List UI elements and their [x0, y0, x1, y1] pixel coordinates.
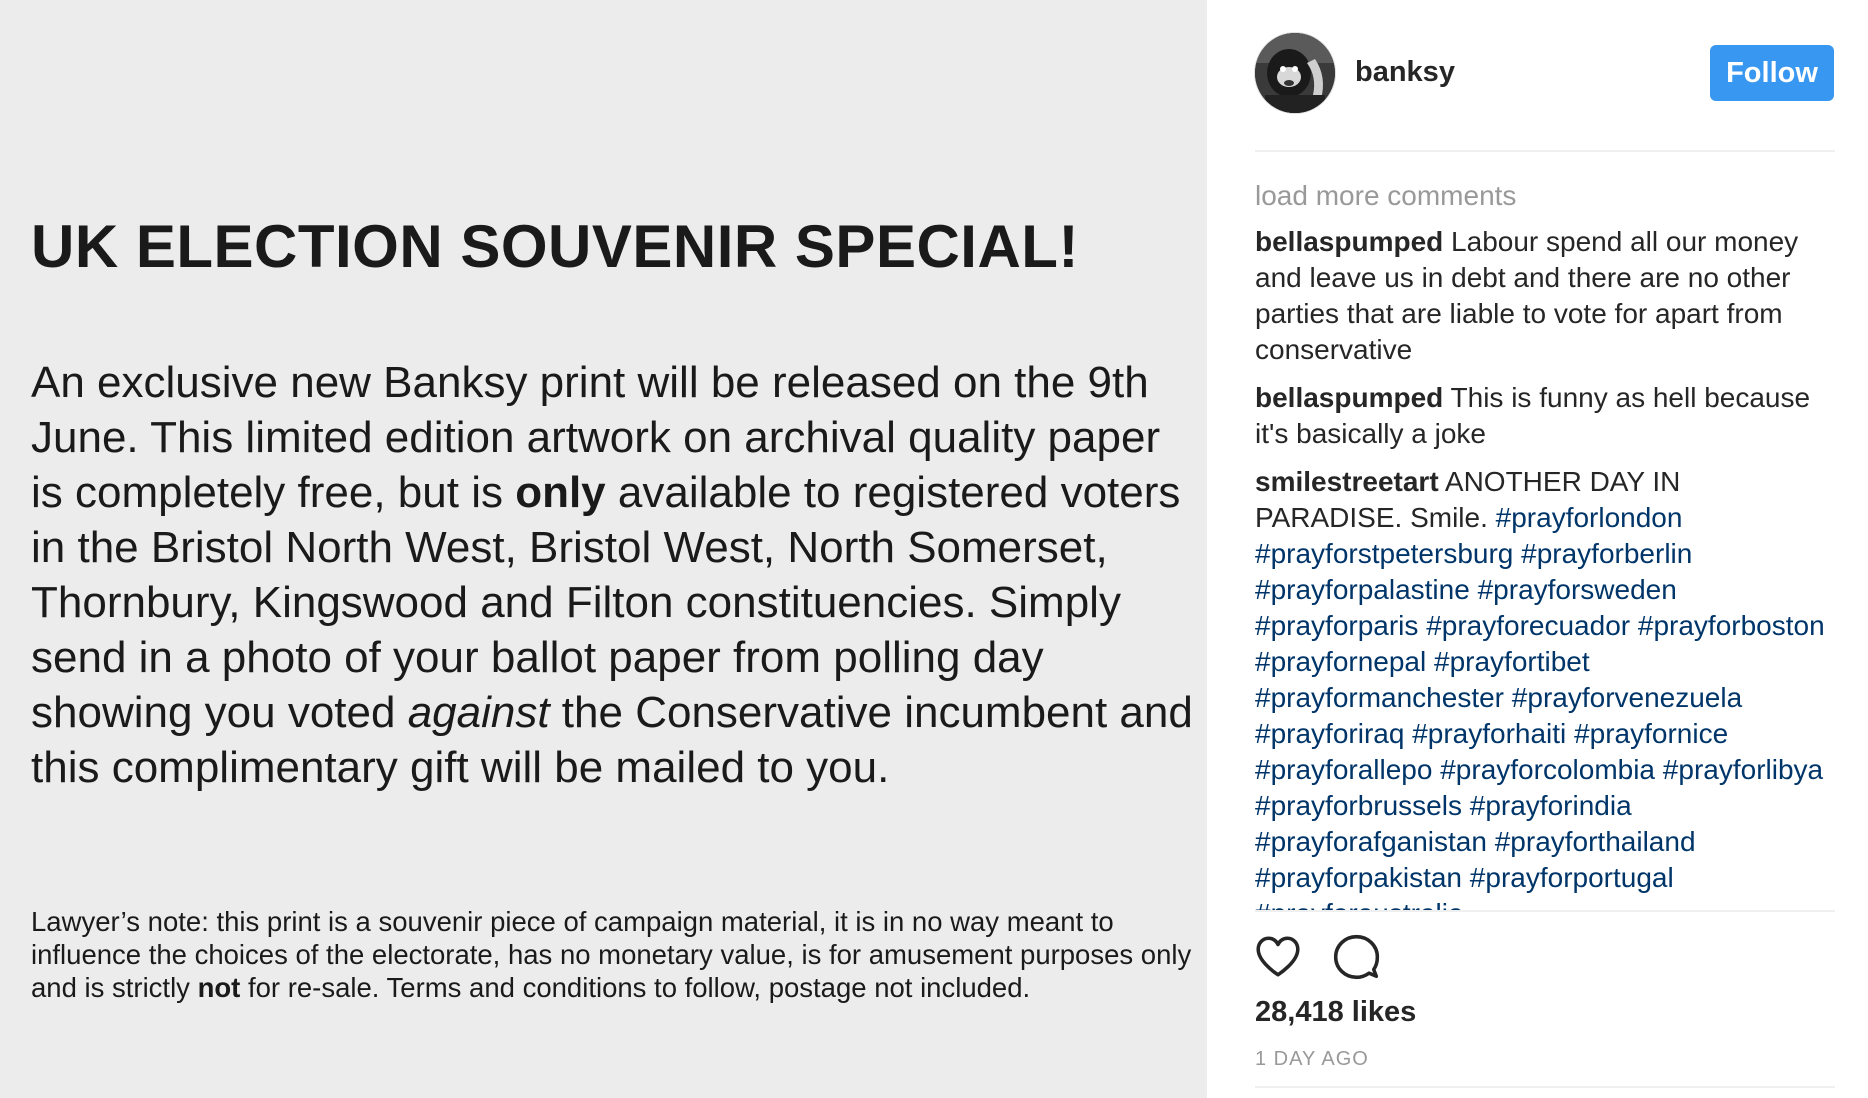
hashtag-link[interactable]: #prayformanchester	[1255, 682, 1504, 713]
hashtag-link[interactable]: #prayforecuador	[1426, 610, 1630, 641]
hashtag-link[interactable]: #prayforafganistan	[1255, 826, 1487, 857]
hashtag-link[interactable]: #prayforboston	[1638, 610, 1825, 641]
hashtag-link[interactable]: #prayforberlin	[1521, 538, 1692, 569]
post-timestamp[interactable]: 1 DAY AGO	[1255, 1048, 1369, 1071]
lawyer-note: Lawyer’s note: this print is a souvenir …	[31, 905, 1201, 1004]
heart-icon-graphic	[1256, 936, 1300, 977]
hashtag-link[interactable]: #prayforpakistan	[1255, 862, 1462, 893]
post-image: UK ELECTION SOUVENIR SPECIAL! An exclusi…	[0, 0, 1207, 1098]
comment-username[interactable]: bellaspumped	[1255, 382, 1443, 413]
comments-list[interactable]: load more comments bellaspumped Labour s…	[1255, 178, 1835, 910]
lawyer-note-part2: for re-sale. Terms and conditions to fol…	[240, 972, 1031, 1003]
hashtag-link[interactable]: #prayfornepal	[1255, 646, 1426, 677]
post-body-italic-against: against	[407, 688, 550, 737]
hashtag-link[interactable]: #prayfornice	[1574, 718, 1728, 749]
hashtag-link[interactable]: #prayforvenezuela	[1512, 682, 1742, 713]
divider	[1255, 150, 1835, 152]
avatar-image	[1255, 33, 1335, 113]
comment: smilestreetart ANOTHER DAY IN PARADISE. …	[1255, 464, 1835, 910]
post-body-bold-only: only	[515, 468, 606, 517]
hashtag-link[interactable]: #prayforparis	[1255, 610, 1418, 641]
hashtag-link[interactable]: #prayforaustralia	[1255, 898, 1464, 910]
post-sidebar: banksy Follow load more comments bellasp…	[1207, 0, 1868, 1098]
comment-username[interactable]: smilestreetart	[1255, 466, 1439, 497]
post-body-text: An exclusive new Banksy print will be re…	[31, 355, 1201, 795]
follow-button[interactable]: Follow	[1710, 45, 1834, 101]
avatar[interactable]	[1255, 33, 1335, 113]
hashtag-link[interactable]: #prayforpalastine	[1255, 574, 1470, 605]
username[interactable]: banksy	[1355, 56, 1455, 89]
divider	[1255, 910, 1835, 912]
post-title: UK ELECTION SOUVENIR SPECIAL!	[31, 213, 1079, 280]
hashtag-link[interactable]: #prayfortibet	[1434, 646, 1590, 677]
comment-username[interactable]: bellaspumped	[1255, 226, 1443, 257]
comment: bellaspumped This is funny as hell becau…	[1255, 380, 1835, 452]
hashtag-link[interactable]: #prayforstpetersburg	[1255, 538, 1513, 569]
hashtag-link[interactable]: #prayforiraq	[1255, 718, 1404, 749]
hashtag-link[interactable]: #prayforindia	[1470, 790, 1632, 821]
hashtag-link[interactable]: #prayforlibya	[1663, 754, 1823, 785]
comment: bellaspumped Labour spend all our money …	[1255, 224, 1835, 368]
load-more-comments-link[interactable]: load more comments	[1255, 178, 1835, 214]
hashtag-link[interactable]: #prayforhaiti	[1412, 718, 1566, 749]
heart-icon[interactable]	[1253, 932, 1303, 982]
lawyer-note-bold-not: not	[197, 972, 241, 1003]
hashtag-link[interactable]: #prayforbrussels	[1255, 790, 1462, 821]
hashtag-link[interactable]: #prayforallepo	[1255, 754, 1432, 785]
hashtag-link[interactable]: #prayforthailand	[1495, 826, 1696, 857]
likes-count[interactable]: 28,418 likes	[1255, 996, 1416, 1029]
hashtag-link[interactable]: #prayforlondon	[1496, 502, 1683, 533]
hashtag-link[interactable]: #prayforcolombia	[1440, 754, 1655, 785]
divider	[1255, 1086, 1835, 1088]
hashtag-link[interactable]: #prayforportugal	[1470, 862, 1674, 893]
hashtag-link[interactable]: #prayforsweden	[1478, 574, 1677, 605]
speech-bubble-icon[interactable]	[1331, 932, 1381, 982]
speech-bubble-icon-graphic	[1333, 934, 1380, 980]
